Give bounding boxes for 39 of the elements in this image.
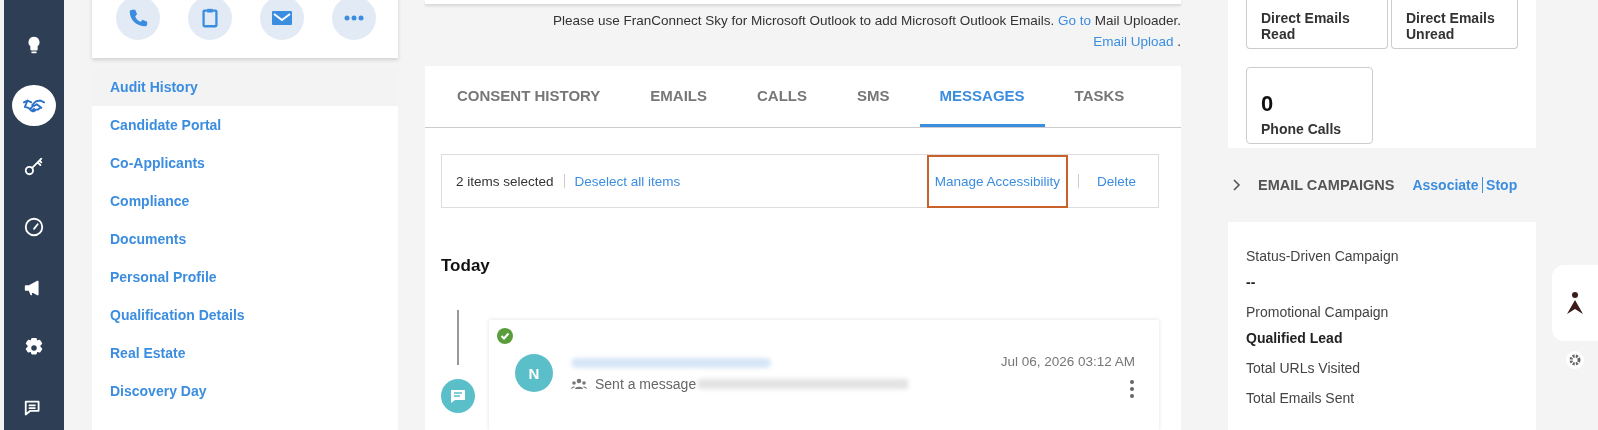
- stat-value: 0: [1261, 91, 1275, 117]
- email-upload-link[interactable]: Email Upload: [1093, 33, 1174, 49]
- tab[interactable]: CONSENT HISTORY: [437, 66, 621, 127]
- side-menu-item[interactable]: Qualification Details: [92, 296, 398, 334]
- side-menu-item[interactable]: Personal Profile: [92, 258, 398, 296]
- field-label: Total URLs Visited: [1246, 360, 1362, 376]
- field-label: Status-Driven Campaign: [1246, 248, 1400, 264]
- go-to-link[interactable]: Go to: [1057, 12, 1091, 28]
- deselect-link[interactable]: Deselect all items: [574, 173, 681, 189]
- action-link[interactable]: Delete: [1088, 154, 1144, 208]
- side-menu-item[interactable]: Co-Applicants: [92, 144, 398, 182]
- campaign-link[interactable]: Associate: [1412, 177, 1479, 193]
- field-value: --: [1246, 274, 1257, 290]
- notice-text: Please use FranConnect Sky for Microsoft Outlook to add Microsoft Outlook Emails. Go to Mail Uploader.: [551, 11, 1181, 29]
- field-label: Promotional Campaign: [1246, 304, 1390, 320]
- field-label: Total Emails Sent: [1246, 390, 1356, 406]
- avatar: N: [515, 354, 553, 392]
- message-action: Sent a message: [595, 376, 697, 392]
- section-title: EMAIL CAMPAIGNS: [1258, 177, 1395, 193]
- side-menu-item[interactable]: Discovery Day: [92, 372, 398, 410]
- tab[interactable]: SMS: [837, 66, 910, 127]
- tab[interactable]: CALLS: [737, 66, 828, 127]
- side-menu-item[interactable]: Compliance: [92, 182, 398, 220]
- side-menu-item[interactable]: Documents: [92, 220, 398, 258]
- tab[interactable]: EMAILS: [630, 66, 728, 127]
- stat-label: Phone Calls: [1261, 121, 1343, 137]
- campaign-link[interactable]: Stop: [1486, 177, 1518, 193]
- stat-label: Direct Emails Unread: [1406, 10, 1496, 42]
- notice-text: Email Upload .: [1092, 32, 1181, 50]
- action-link[interactable]: Manage Accessibility: [926, 154, 1068, 208]
- side-menu-item[interactable]: Audit History: [92, 68, 398, 106]
- selected-count: 2 items selected: [456, 173, 554, 189]
- field-value: Qualified Lead: [1246, 330, 1344, 346]
- tab[interactable]: TASKS: [1054, 66, 1145, 127]
- side-menu-item[interactable]: Real Estate: [92, 334, 398, 372]
- message-date: Jul 06, 2026 03:12 AM: [1000, 354, 1135, 369]
- stat-label: Direct Emails Read: [1261, 10, 1351, 42]
- date-heading: Today: [441, 256, 491, 276]
- side-menu-item[interactable]: Candidate Portal: [92, 106, 398, 144]
